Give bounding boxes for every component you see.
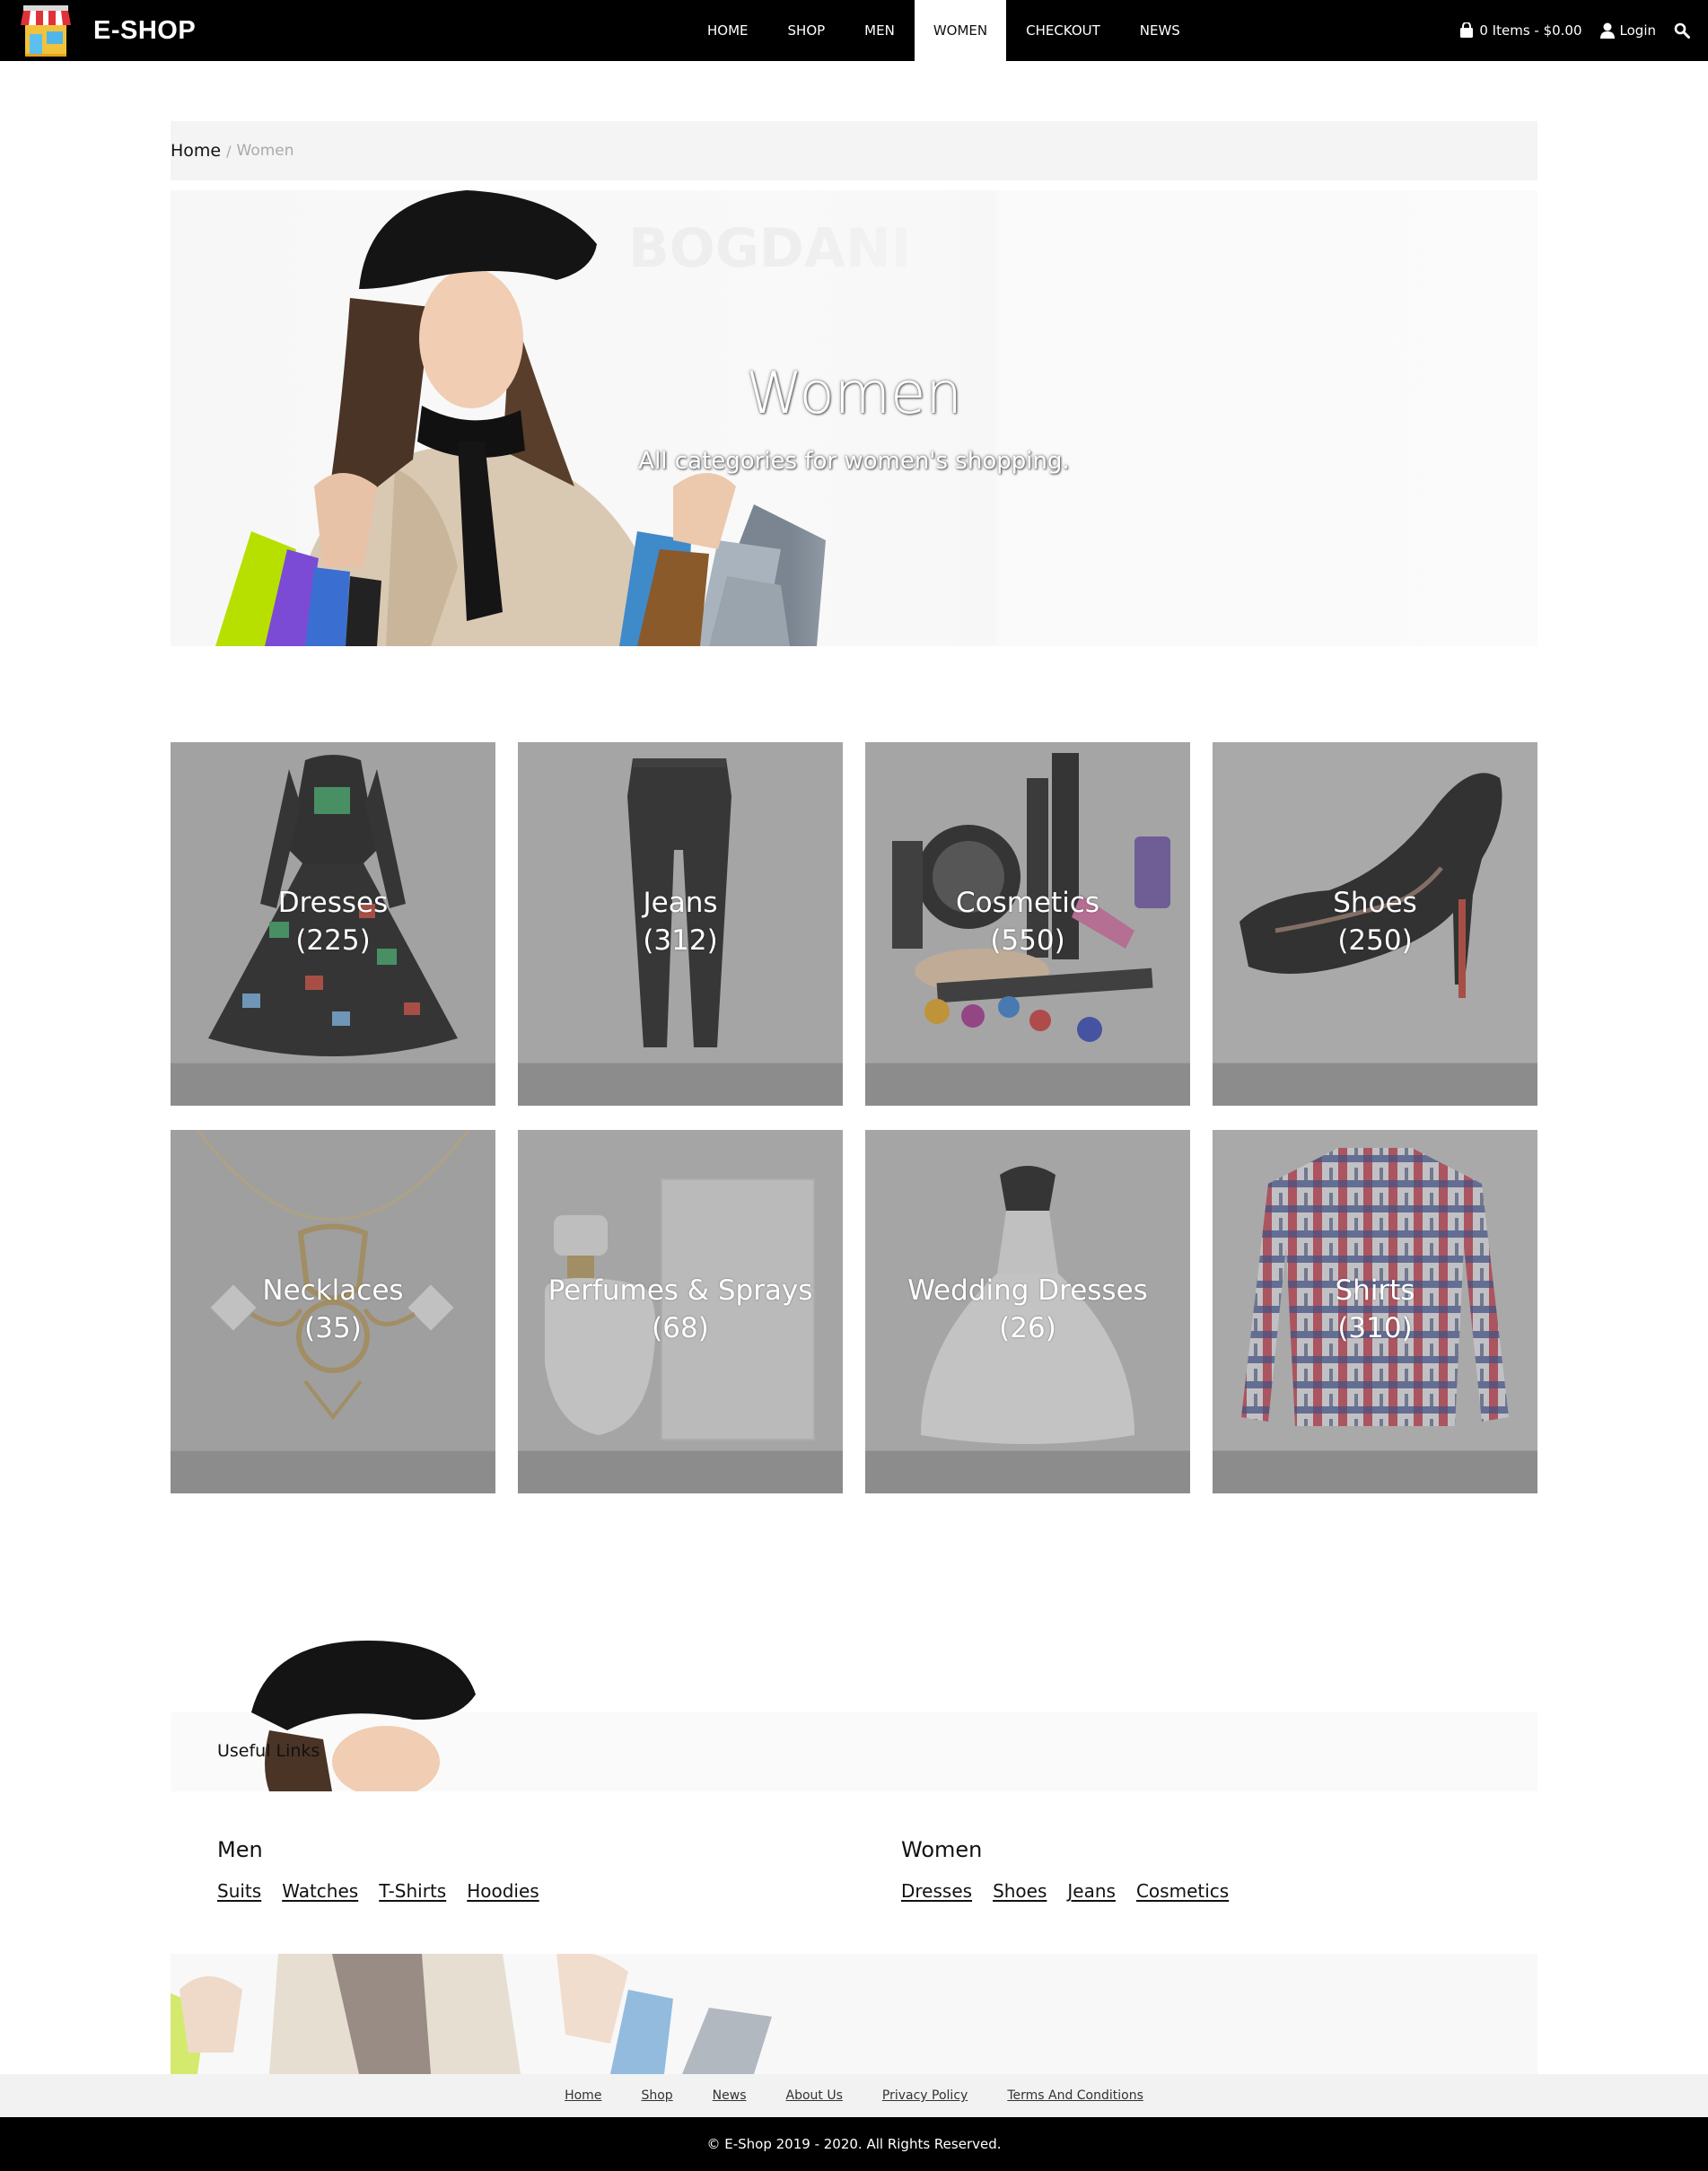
category-tile-wedding-dresses[interactable]: Wedding Dresses (26) [865, 1130, 1190, 1493]
nav-news[interactable]: NEWS [1120, 0, 1200, 61]
category-count: (68) [652, 1312, 709, 1344]
cart-link[interactable]: 0 Items - $0.00 [1459, 22, 1582, 39]
category-name: Necklaces [262, 1274, 404, 1307]
footer-nav-terms[interactable]: Terms And Conditions [1007, 2088, 1143, 2103]
category-name: Jeans [643, 887, 718, 919]
brand-name: E-SHOP [93, 15, 197, 45]
footer-nav-about[interactable]: About Us [786, 2088, 843, 2103]
nav-men[interactable]: MEN [845, 0, 915, 61]
hero-banner: BOGDANI [171, 190, 1537, 646]
category-tile-dresses[interactable]: Dresses (225) [171, 742, 495, 1106]
footer-nav-home[interactable]: Home [565, 2088, 601, 2103]
footer-link-jeans[interactable]: Jeans [1067, 1880, 1116, 1902]
category-label: Shoes (250) [1213, 884, 1537, 959]
category-tile-cosmetics[interactable]: Cosmetics (550) [865, 742, 1190, 1106]
category-label: Necklaces (35) [171, 1272, 495, 1347]
tile-strip [1213, 1450, 1537, 1493]
top-navbar: E-SHOP HOME SHOP MEN WOMEN CHECKOUT NEWS… [0, 0, 1708, 61]
footer-men-title: Men [217, 1837, 263, 1862]
tile-strip [1213, 1063, 1537, 1106]
nav-women[interactable]: WOMEN [914, 0, 1007, 61]
category-count: (312) [643, 924, 718, 957]
brand[interactable]: E-SHOP [20, 4, 196, 57]
copyright-text: © E-Shop 2019 - 2020. All Rights Reserve… [706, 2136, 1002, 2152]
useful-links-header: Useful Links [171, 1641, 1537, 1791]
search-button[interactable] [1674, 22, 1695, 39]
category-name: Shoes [1333, 887, 1417, 919]
woman-shopping-image [171, 1954, 772, 2074]
cart-summary: 0 Items - $0.00 [1479, 22, 1582, 39]
tile-strip [171, 1063, 495, 1106]
footer-nav: Home Shop News About Us Privacy Policy T… [0, 2074, 1708, 2117]
nav-shop[interactable]: SHOP [768, 0, 845, 61]
footer-banner [171, 1954, 1537, 2074]
category-name: Wedding Dresses [907, 1274, 1148, 1307]
search-icon [1674, 22, 1690, 39]
footer-link-cosmetics[interactable]: Cosmetics [1136, 1880, 1229, 1902]
breadcrumb-current: Women [236, 142, 294, 160]
tile-strip [865, 1450, 1190, 1493]
login-link[interactable]: Login [1599, 22, 1656, 39]
category-tile-perfumes[interactable]: Perfumes & Sprays (68) [518, 1130, 843, 1493]
useful-links-title: Useful Links [217, 1741, 320, 1761]
category-name: Perfumes & Sprays [547, 1274, 813, 1307]
footer-women-title: Women [901, 1837, 983, 1862]
breadcrumb-home[interactable]: Home [171, 141, 221, 161]
footer-men-column: Men Suits Watches T-Shirts Hoodies [217, 1837, 560, 1902]
hero-title: Women [746, 361, 962, 427]
category-name: Dresses [277, 887, 389, 919]
hero-subtitle: All categories for women's shopping. [638, 448, 1070, 475]
category-count: (26) [999, 1312, 1056, 1344]
shop-logo-icon [20, 4, 72, 57]
login-label: Login [1619, 22, 1656, 39]
copyright-bar: © E-Shop 2019 - 2020. All Rights Reserve… [0, 2117, 1708, 2171]
category-tile-shoes[interactable]: Shoes (250) [1213, 742, 1537, 1106]
footer-women-column: Women Dresses Shoes Jeans Cosmetics [901, 1837, 1249, 1902]
breadcrumb-separator: / [226, 142, 232, 160]
category-count: (250) [1337, 924, 1413, 957]
category-count: (35) [304, 1312, 362, 1344]
category-label: Shirts (310) [1213, 1272, 1537, 1347]
category-count: (550) [990, 924, 1065, 957]
category-tile-shirts[interactable]: Shirts (310) [1213, 1130, 1537, 1493]
tile-strip [518, 1450, 843, 1493]
category-tile-necklaces[interactable]: Necklaces (35) [171, 1130, 495, 1493]
footer-nav-shop[interactable]: Shop [641, 2088, 672, 2103]
tile-strip [518, 1063, 843, 1106]
footer-link-hoodies[interactable]: Hoodies [467, 1880, 539, 1902]
category-label: Wedding Dresses (26) [865, 1272, 1190, 1347]
woman-hat-image [251, 1641, 476, 1791]
footer-nav-news[interactable]: News [713, 2088, 747, 2103]
footer-nav-privacy[interactable]: Privacy Policy [882, 2088, 968, 2103]
category-name: Shirts [1335, 1274, 1415, 1307]
category-tile-jeans[interactable]: Jeans (312) [518, 742, 843, 1106]
footer-link-suits[interactable]: Suits [217, 1880, 261, 1902]
nav-home[interactable]: HOME [688, 0, 768, 61]
category-count: (310) [1337, 1312, 1413, 1344]
tile-strip [865, 1063, 1190, 1106]
shopping-bag-icon [1460, 22, 1474, 38]
nav-actions: 0 Items - $0.00 Login [1441, 0, 1695, 61]
category-label: Dresses (225) [171, 884, 495, 959]
footer-link-tshirts[interactable]: T-Shirts [379, 1880, 446, 1902]
category-count: (225) [295, 924, 371, 957]
footer-link-watches[interactable]: Watches [282, 1880, 358, 1902]
category-label: Cosmetics (550) [865, 884, 1190, 959]
main-nav: HOME SHOP MEN WOMEN CHECKOUT NEWS [688, 0, 1200, 61]
category-label: Perfumes & Sprays (68) [518, 1272, 843, 1347]
user-icon [1599, 22, 1615, 39]
footer-link-shoes[interactable]: Shoes [993, 1880, 1047, 1902]
category-name: Cosmetics [956, 887, 1099, 919]
tile-strip [171, 1450, 495, 1493]
nav-checkout[interactable]: CHECKOUT [1006, 0, 1120, 61]
footer-link-dresses[interactable]: Dresses [901, 1880, 972, 1902]
category-label: Jeans (312) [518, 884, 843, 959]
breadcrumb: Home / Women [171, 121, 1537, 180]
